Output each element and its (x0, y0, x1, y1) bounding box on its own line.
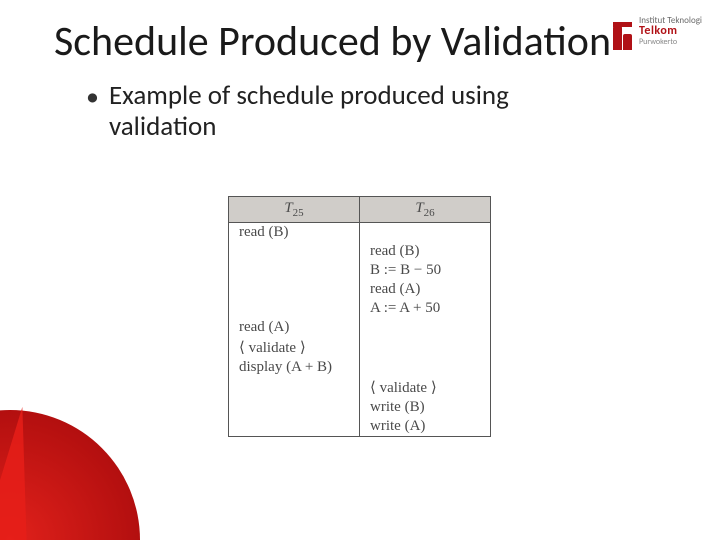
bullet-icon: • (86, 83, 99, 109)
logo-text: Institut Teknologi Telkom Purwokerto (639, 16, 702, 46)
table-row: display (A + B) (229, 358, 491, 377)
cell-right: ⟨ validate ⟩ (360, 377, 491, 398)
cell-right: read (B) (360, 242, 491, 261)
col-header-t25: T25 (229, 197, 360, 223)
schedule-table: T25 T26 read (B) read (B) B := B − 50 re… (228, 196, 491, 437)
table-row: read (B) (229, 242, 491, 261)
table-row: A := A + 50 (229, 299, 491, 318)
cell-right: write (B) (360, 398, 491, 417)
table-header-row: T25 T26 (229, 197, 491, 223)
cell-right: B := B − 50 (360, 261, 491, 280)
cell-right (360, 337, 491, 358)
institution-logo: Institut Teknologi Telkom Purwokerto (611, 16, 702, 50)
cell-left (229, 242, 360, 261)
decorative-red-shard (0, 391, 130, 540)
logo-line3: Purwokerto (639, 38, 702, 46)
bullet-item: • Example of schedule produced using val… (86, 80, 609, 142)
bullet-text: Example of schedule produced using valid… (109, 80, 609, 142)
cell-right (360, 318, 491, 337)
table-row: read (B) (229, 223, 491, 243)
cell-left: read (B) (229, 223, 360, 243)
cell-left: display (A + B) (229, 358, 360, 377)
col-header-t26: T26 (360, 197, 491, 223)
slide-title: Schedule Produced by Validation (54, 16, 611, 67)
cell-left: read (A) (229, 318, 360, 337)
cell-left (229, 299, 360, 318)
table-row: write (A) (229, 417, 491, 437)
slide: Institut Teknologi Telkom Purwokerto Sch… (0, 0, 720, 540)
logo-mark-icon (611, 16, 633, 50)
cell-left: ⟨ validate ⟩ (229, 337, 360, 358)
table-row: B := B − 50 (229, 261, 491, 280)
table-row: ⟨ validate ⟩ (229, 377, 491, 398)
cell-right: read (A) (360, 280, 491, 299)
cell-left (229, 377, 360, 398)
table-row: write (B) (229, 398, 491, 417)
table-row: ⟨ validate ⟩ (229, 337, 491, 358)
cell-right: write (A) (360, 417, 491, 437)
table-row: read (A) (229, 318, 491, 337)
cell-left (229, 280, 360, 299)
table-row: read (A) (229, 280, 491, 299)
cell-left (229, 417, 360, 437)
cell-left (229, 261, 360, 280)
cell-right (360, 358, 491, 377)
cell-right (360, 223, 491, 243)
table-body: read (B) read (B) B := B − 50 read (A) A… (229, 223, 491, 437)
cell-left (229, 398, 360, 417)
cell-right: A := A + 50 (360, 299, 491, 318)
